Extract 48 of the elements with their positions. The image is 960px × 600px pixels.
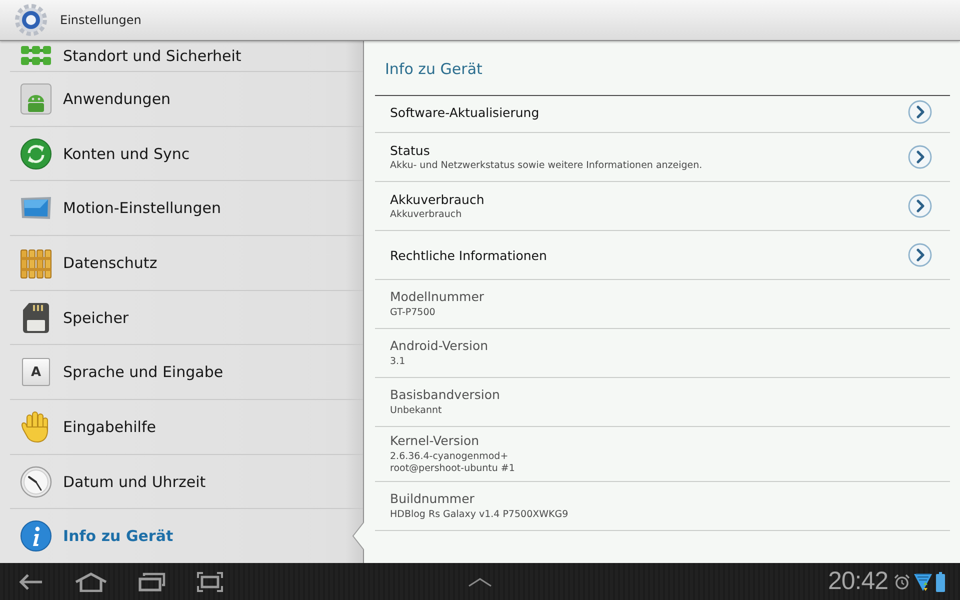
frame-corners-icon[interactable] — [196, 570, 224, 592]
info-label: Basisbandversion — [390, 387, 500, 402]
menu-item[interactable]: Software-Aktualisierung — [375, 96, 950, 133]
recent-apps-icon[interactable] — [138, 572, 166, 592]
sidebar-item[interactable]: Eingabehilfe — [10, 400, 363, 455]
menu-item[interactable]: Rechtliche Informationen — [375, 231, 950, 280]
info-value: 3.1 — [390, 356, 406, 368]
info-value: 2.6.36.4-cyanogenmod+ root@pershoot-ubuntu #1 — [390, 451, 515, 475]
robot-tile-icon — [20, 82, 52, 115]
sidebar-item[interactable]: Motion-Einstellungen — [10, 181, 363, 236]
info-label: Android-Version — [390, 338, 488, 354]
menu-item[interactable]: Akkuverbrauch Akkuverbrauch — [375, 182, 950, 231]
panel-title: Info zu Gerät — [375, 41, 950, 96]
info-icon — [20, 520, 52, 552]
chevron-right-icon — [908, 145, 932, 169]
fence-icon — [20, 246, 52, 279]
dot-grid-icon — [20, 45, 52, 67]
info-label: Kernel-Version — [390, 433, 480, 448]
sidebar-item[interactable]: Datenschutz — [10, 236, 363, 291]
sidebar-item[interactable]: Info zu Gerät — [10, 509, 363, 564]
sync-icon — [20, 138, 52, 170]
battery-icon — [936, 572, 945, 592]
sidebar-item[interactable]: Datum und Uhrzeit — [10, 454, 363, 510]
chevron-right-icon — [908, 100, 932, 124]
sidebar-item[interactable]: Anwendungen — [10, 72, 363, 127]
caret-up-icon[interactable] — [468, 576, 492, 586]
back-icon[interactable] — [18, 572, 44, 590]
app-title: Einstellungen — [60, 13, 142, 27]
info-label: Buildnummer — [390, 490, 474, 506]
chevron-right-icon — [908, 243, 932, 267]
info-value: Unbekannt — [390, 405, 442, 417]
chevron-right-icon — [908, 194, 932, 218]
home-icon[interactable] — [74, 572, 108, 592]
settings-icon — [14, 3, 48, 37]
sidebar-item[interactable]: Speicher — [10, 290, 363, 346]
memory-card-icon — [20, 302, 52, 334]
sidebar-item[interactable]: Konten und Sync — [10, 126, 363, 182]
letter-key-icon: A — [22, 358, 50, 386]
info-value: HDBlog Rs Galaxy v1.4 P7500XWKG9 — [390, 508, 568, 521]
clock-icon — [20, 466, 52, 498]
info-label: Modellnummer — [390, 289, 484, 304]
sidebar-item[interactable]: Standort und Sicherheit — [10, 41, 363, 72]
info-value: GT-P7500 — [390, 307, 436, 319]
menu-item[interactable]: Status Akku- und Netzwerkstatus sowie weitere Informationen anzeigen. — [375, 133, 950, 182]
clock-time: 20:42 — [828, 567, 888, 596]
alarm-clock-icon — [894, 574, 910, 590]
wifi-icon — [914, 572, 932, 592]
sidebar-item[interactable]: A Sprache und Eingabe — [10, 345, 363, 400]
